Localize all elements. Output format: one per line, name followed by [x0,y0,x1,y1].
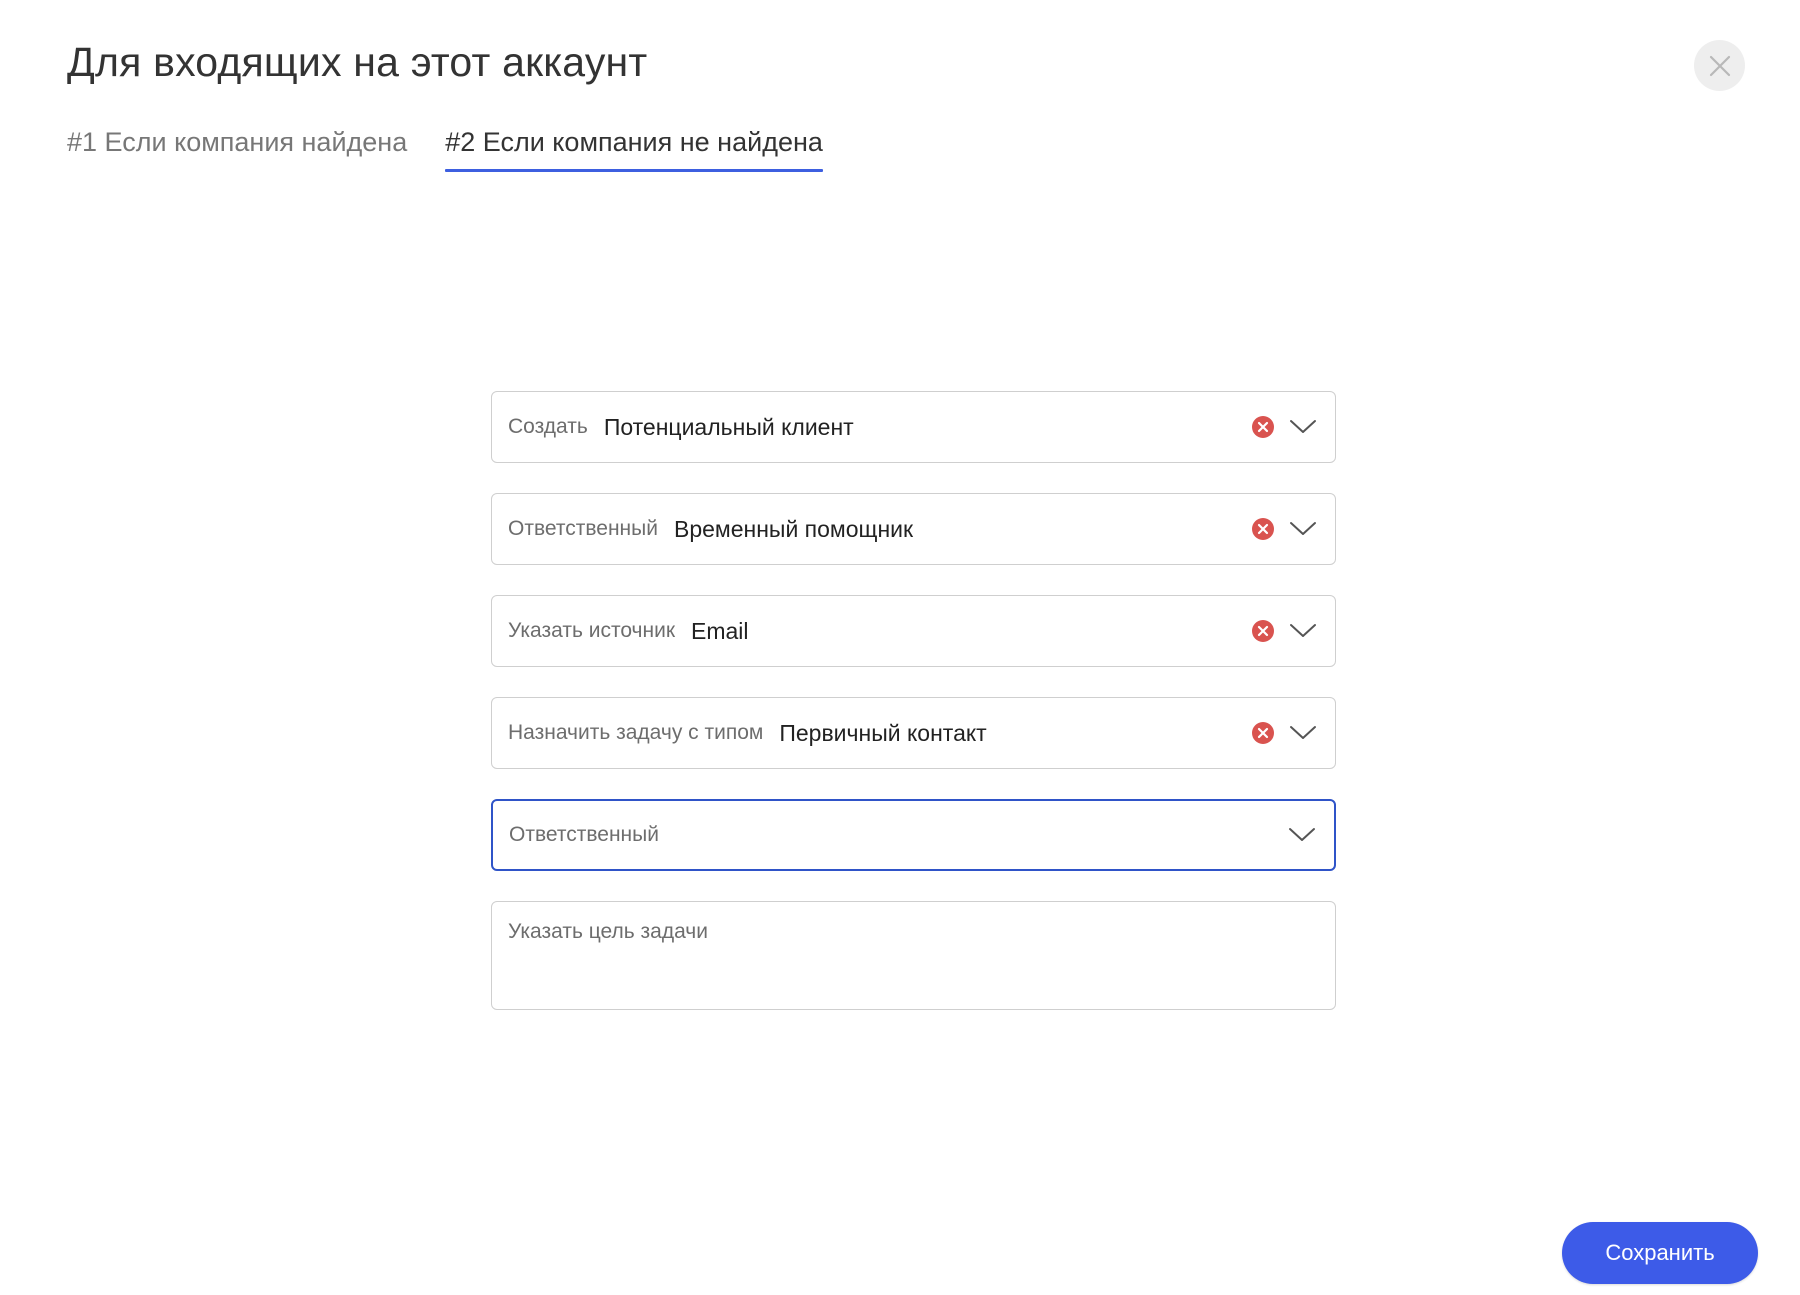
chevron-down-icon[interactable] [1289,623,1317,639]
field-label: Назначить задачу с типом [508,721,764,744]
close-icon [1709,55,1731,77]
clear-icon[interactable] [1251,721,1275,745]
task-type-select[interactable]: Назначить задачу с типом Первичный конта… [491,697,1336,769]
source-select[interactable]: Указать источник Email [491,595,1336,667]
field-label: Ответственный [508,517,658,540]
task-responsible-select[interactable]: Ответственный [491,799,1336,871]
chevron-down-icon[interactable] [1289,521,1317,537]
dialog-title: Для входящих на этот аккаунт [67,39,648,85]
clear-icon[interactable] [1251,619,1275,643]
responsible-select[interactable]: Ответственный Временный помощник [491,493,1336,565]
chevron-down-icon[interactable] [1289,725,1317,741]
close-button[interactable] [1694,40,1745,91]
create-select[interactable]: Создать Потенциальный клиент [491,391,1336,463]
field-value: Email [691,617,749,644]
chevron-down-icon[interactable] [1288,827,1316,843]
tabs-bar: #1 Если компания найдена #2 Если компани… [67,122,823,172]
chevron-down-icon[interactable] [1289,419,1317,435]
save-button[interactable]: Сохранить [1562,1222,1758,1284]
field-value: Потенциальный клиент [603,413,854,440]
rules-form: Создать Потенциальный клиент Ответственн… [491,391,1336,1010]
field-label: Указать источник [508,619,676,642]
tab-company-not-found[interactable]: #2 Если компания не найдена [445,122,823,172]
field-label: Ответственный [509,823,659,846]
task-goal-textarea[interactable]: Указать цель задачи [491,901,1336,1010]
field-value: Временный помощник [673,515,914,542]
field-label: Создать [508,415,588,438]
field-value: Первичный контакт [779,719,987,746]
tab-company-found[interactable]: #1 Если компания найдена [67,122,407,172]
clear-icon[interactable] [1251,517,1275,541]
clear-icon[interactable] [1251,415,1275,439]
